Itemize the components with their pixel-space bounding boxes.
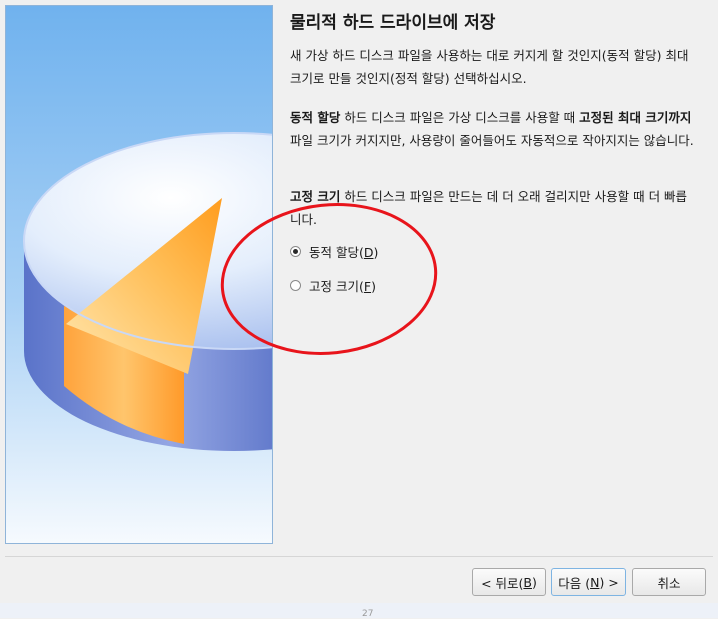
footer-divider xyxy=(5,556,713,557)
dynamic-bold-limit: 고정된 최대 크기까지 xyxy=(579,110,692,125)
annotation-circle xyxy=(220,203,438,355)
dynamic-bold-term: 동적 할당 xyxy=(290,110,341,125)
dynamic-allocation-info: 동적 할당 하드 디스크 파일은 가상 디스크를 사용할 때 고정된 최대 크기… xyxy=(290,106,695,152)
dynamic-text-1: 하드 디스크 파일은 가상 디스크를 사용할 때 xyxy=(340,110,580,125)
next-button[interactable]: 다음 (N) > xyxy=(551,568,626,596)
bottom-strip xyxy=(0,603,718,618)
description-text: 새 가상 하드 디스크 파일을 사용하는 대로 커지게 할 것인지(동적 할당)… xyxy=(290,48,689,86)
cancel-button[interactable]: 취소 xyxy=(632,568,706,596)
dynamic-text-2: 파일 크기가 커지지만, 사용량이 줄어들어도 자동적으로 작아지지는 않습니다… xyxy=(290,133,694,148)
page-title: 물리적 하드 드라이브에 저장 xyxy=(290,13,496,33)
back-button[interactable]: < 뒤로(B) xyxy=(472,568,546,596)
